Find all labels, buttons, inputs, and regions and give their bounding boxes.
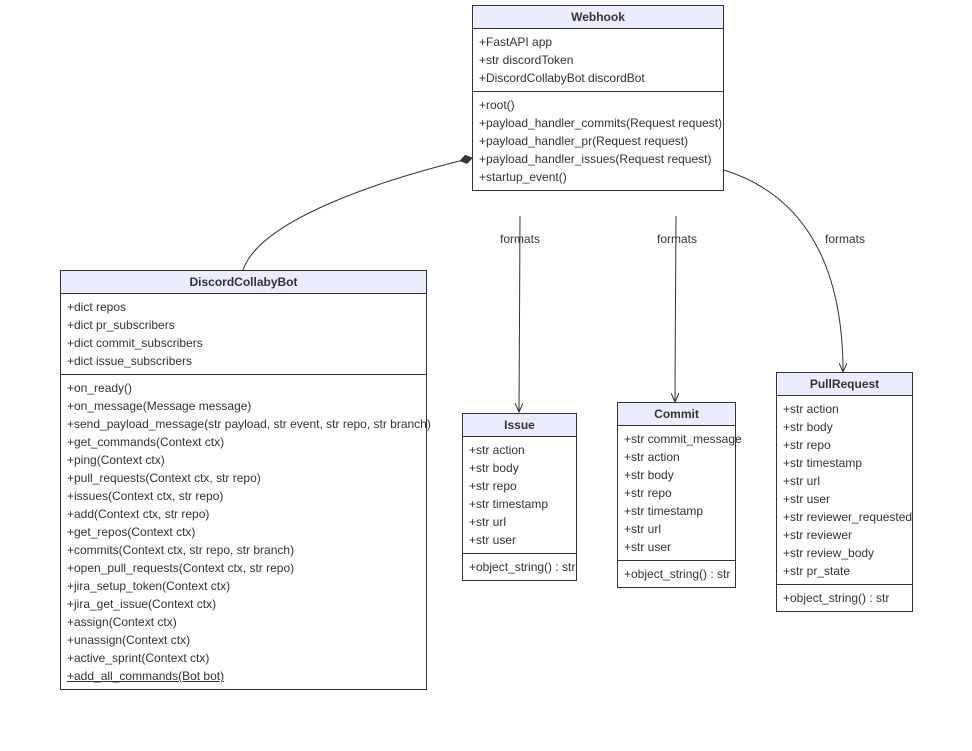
class-methods-webhook: +root() +payload_handler_commits(Request… bbox=[473, 92, 723, 190]
method-row: +payload_handler_pr(Request request) bbox=[479, 132, 717, 150]
attr-row: +str url bbox=[624, 520, 729, 538]
class-title-issue: Issue bbox=[463, 414, 576, 437]
class-methods-issue: +object_string() : str bbox=[463, 554, 576, 580]
attr-row: +str reviewer_requested bbox=[783, 508, 906, 526]
method-row: +object_string() : str bbox=[469, 558, 570, 576]
attr-row: +dict issue_subscribers bbox=[67, 352, 420, 370]
method-row: +active_sprint(Context ctx) bbox=[67, 649, 420, 667]
class-issue: Issue +str action +str body +str repo +s… bbox=[462, 413, 577, 581]
attr-row: +str action bbox=[469, 441, 570, 459]
attr-row: +str user bbox=[624, 538, 729, 556]
attr-row: +str review_body bbox=[783, 544, 906, 562]
method-row: +issues(Context ctx, str repo) bbox=[67, 487, 420, 505]
class-methods-bot: +on_ready() +on_message(Message message)… bbox=[61, 375, 426, 689]
attr-row: +str user bbox=[469, 531, 570, 549]
attr-row: +str commit_message bbox=[624, 430, 729, 448]
class-webhook: Webhook +FastAPI app +str discordToken +… bbox=[472, 5, 724, 191]
method-row: +object_string() : str bbox=[624, 565, 729, 583]
attr-row: +str url bbox=[469, 513, 570, 531]
method-row: +on_message(Message message) bbox=[67, 397, 420, 415]
attr-row: +str url bbox=[783, 472, 906, 490]
attr-row: +str timestamp bbox=[469, 495, 570, 513]
class-attrs-webhook: +FastAPI app +str discordToken +DiscordC… bbox=[473, 29, 723, 92]
method-row: +jira_get_issue(Context ctx) bbox=[67, 595, 420, 613]
method-row: +payload_handler_commits(Request request… bbox=[479, 114, 717, 132]
method-row: +jira_setup_token(Context ctx) bbox=[67, 577, 420, 595]
attr-row: +str discordToken bbox=[479, 51, 717, 69]
attr-row: +str repo bbox=[469, 477, 570, 495]
method-row: +root() bbox=[479, 96, 717, 114]
class-pullrequest: PullRequest +str action +str body +str r… bbox=[776, 372, 913, 612]
class-attrs-issue: +str action +str body +str repo +str tim… bbox=[463, 437, 576, 554]
attr-row: +dict repos bbox=[67, 298, 420, 316]
relation-label-formats-issue: formats bbox=[500, 232, 540, 246]
method-row: +pull_requests(Context ctx, str repo) bbox=[67, 469, 420, 487]
attr-row: +str timestamp bbox=[783, 454, 906, 472]
method-row: +send_payload_message(str payload, str e… bbox=[67, 415, 420, 433]
attr-row: +str repo bbox=[783, 436, 906, 454]
method-row: +add(Context ctx, str repo) bbox=[67, 505, 420, 523]
method-row: +open_pull_requests(Context ctx, str rep… bbox=[67, 559, 420, 577]
relation-label-formats-commit: formats bbox=[657, 232, 697, 246]
method-row: +get_repos(Context ctx) bbox=[67, 523, 420, 541]
attr-row: +str repo bbox=[624, 484, 729, 502]
attr-row: +FastAPI app bbox=[479, 33, 717, 51]
attr-row: +str reviewer bbox=[783, 526, 906, 544]
attr-row: +str action bbox=[624, 448, 729, 466]
method-row: +get_commands(Context ctx) bbox=[67, 433, 420, 451]
method-row: +startup_event() bbox=[479, 168, 717, 186]
method-row: +object_string() : str bbox=[783, 589, 906, 607]
attr-row: +dict commit_subscribers bbox=[67, 334, 420, 352]
class-title-commit: Commit bbox=[618, 403, 735, 426]
class-title-webhook: Webhook bbox=[473, 6, 723, 29]
class-discordcollabybot: DiscordCollabyBot +dict repos +dict pr_s… bbox=[60, 270, 427, 690]
class-methods-pr: +object_string() : str bbox=[777, 585, 912, 611]
attr-row: +dict pr_subscribers bbox=[67, 316, 420, 334]
method-row: +assign(Context ctx) bbox=[67, 613, 420, 631]
class-attrs-commit: +str commit_message +str action +str bod… bbox=[618, 426, 735, 561]
method-row: +payload_handler_issues(Request request) bbox=[479, 150, 717, 168]
relation-label-formats-pr: formats bbox=[825, 232, 865, 246]
attr-row: +str body bbox=[783, 418, 906, 436]
attr-row: +str pr_state bbox=[783, 562, 906, 580]
class-title-pr: PullRequest bbox=[777, 373, 912, 396]
attr-row: +str body bbox=[469, 459, 570, 477]
method-row: +unassign(Context ctx) bbox=[67, 631, 420, 649]
class-commit: Commit +str commit_message +str action +… bbox=[617, 402, 736, 588]
method-row: +commits(Context ctx, str repo, str bran… bbox=[67, 541, 420, 559]
class-attrs-bot: +dict repos +dict pr_subscribers +dict c… bbox=[61, 294, 426, 375]
attr-row: +str timestamp bbox=[624, 502, 729, 520]
attr-row: +str body bbox=[624, 466, 729, 484]
class-attrs-pr: +str action +str body +str repo +str tim… bbox=[777, 396, 912, 585]
method-row: +on_ready() bbox=[67, 379, 420, 397]
attr-row: +DiscordCollabyBot discordBot bbox=[479, 69, 717, 87]
method-row: +ping(Context ctx) bbox=[67, 451, 420, 469]
attr-row: +str user bbox=[783, 490, 906, 508]
method-row-static: +add_all_commands(Bot bot) bbox=[67, 667, 420, 685]
attr-row: +str action bbox=[783, 400, 906, 418]
class-methods-commit: +object_string() : str bbox=[618, 561, 735, 587]
class-title-bot: DiscordCollabyBot bbox=[61, 271, 426, 294]
